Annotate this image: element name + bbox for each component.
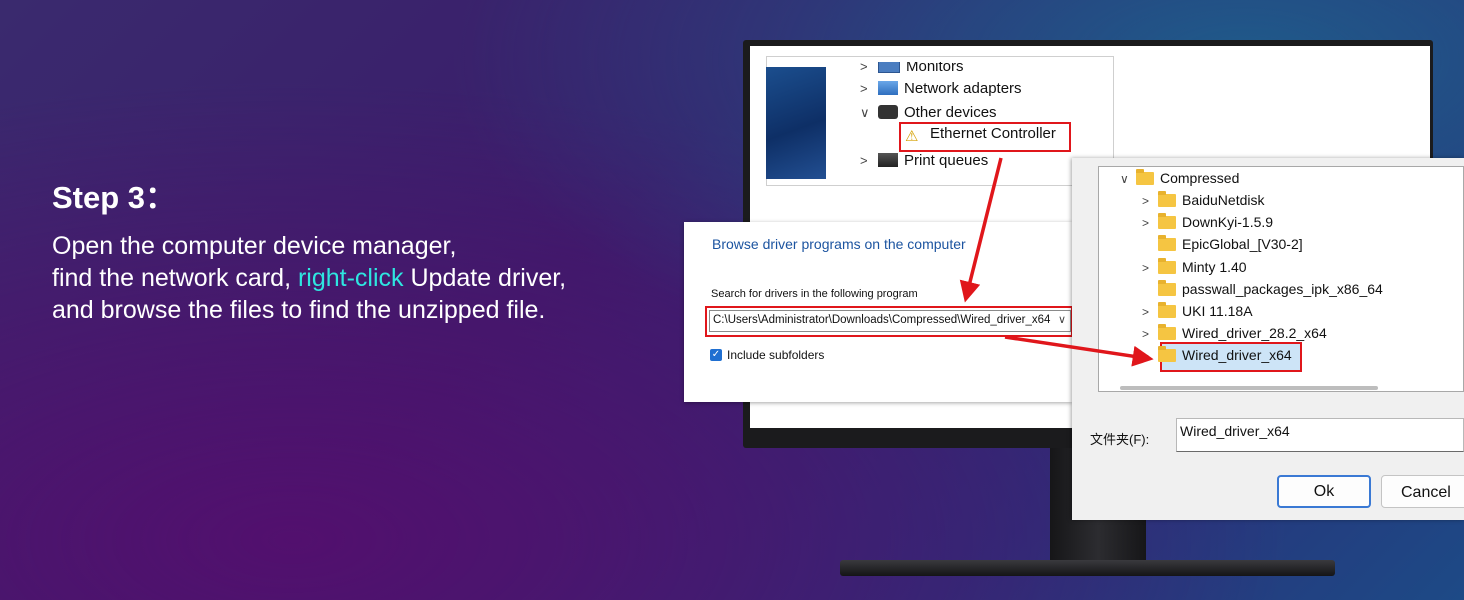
include-subfolders-checkbox[interactable]: ✓ [710,349,722,361]
folder-item-wired-driver-28[interactable]: > Wired_driver_28.2_x64 [1142,322,1327,344]
chevron-down-icon[interactable]: ∨ [1058,313,1066,326]
tree-item-network-adapters[interactable]: > Network adapters [860,78,1022,100]
driver-path-value[interactable]: C:\Users\Administrator\Downloads\Compres… [713,314,1055,326]
folder-label: DownKyi-1.5.9 [1182,214,1274,230]
collapse-chevron-icon[interactable]: ∨ [860,102,878,124]
expand-chevron-icon[interactable]: > [1142,190,1158,212]
tree-item-print-queues[interactable]: > Print queues [860,150,988,172]
folder-label: Wired_driver_28.2_x64 [1182,325,1327,341]
expand-chevron-icon[interactable]: > [1142,212,1158,234]
folder-item-epicglobal[interactable]: EpicGlobal_[V30-2] [1142,233,1303,255]
step-line-2-post: Update driver, [403,264,567,292]
expand-chevron-icon[interactable]: > [1142,301,1158,323]
step-title: Step 3： [52,180,177,215]
expand-chevron-icon[interactable]: > [1142,323,1158,345]
tree-item-other-devices[interactable]: ∨ Other devices [860,102,997,124]
folder-icon [1158,235,1176,251]
folder-label: BaiduNetdisk [1182,192,1265,208]
collapse-chevron-icon[interactable]: ∨ [1120,168,1136,190]
folder-item-uki[interactable]: > UKI 11.18A [1142,300,1253,322]
folder-label: UKI 11.18A [1182,303,1253,319]
folder-label: Minty 1.40 [1182,259,1247,275]
folder-icon [1158,280,1176,296]
folder-item-minty[interactable]: > Minty 1.40 [1142,256,1247,278]
folder-icon [1136,169,1154,185]
folder-item-wired-driver-x64[interactable]: > Wired_driver_x64 [1142,344,1292,366]
tree-item-label: Network adapters [904,80,1022,97]
warning-device-icon: ⚠ [905,128,919,145]
tree-item-label: Other devices [904,104,997,121]
step-line-2: find the network card, right-click Updat… [52,262,672,294]
folder-name-value[interactable]: Wired_driver_x64 [1180,423,1290,439]
other-devices-icon [878,105,898,119]
folder-icon [1158,191,1176,207]
step-line-2-pre: find the network card, [52,264,298,292]
folder-label: Wired_driver_x64 [1182,347,1292,363]
folder-label: EpicGlobal_[V30-2] [1182,236,1303,252]
include-subfolders-label[interactable]: Include subfolders [727,348,824,362]
browse-dialog-title: Browse driver programs on the computer [712,236,966,252]
folder-item-baidunetdisk[interactable]: > BaiduNetdisk [1142,189,1265,211]
folder-field-label: 文件夹(F): [1090,432,1150,447]
network-adapter-icon [878,81,898,95]
ok-button[interactable]: Ok [1277,475,1371,508]
monitor-stand-base [840,560,1335,576]
wallpaper-thumbnail [766,67,826,179]
expand-chevron-icon[interactable]: > [1142,345,1158,367]
folder-label: passwall_packages_ipk_x86_64 [1182,281,1383,297]
step-highlight: right-click [297,264,404,292]
horizontal-scrollbar[interactable] [1120,386,1378,390]
folder-icon [1158,346,1176,362]
printer-icon [878,153,898,167]
expand-chevron-icon[interactable]: > [860,78,878,100]
step-description: Open the computer device manager, find t… [52,230,672,326]
folder-icon [1158,213,1176,229]
search-location-label: Search for drivers in the following prog… [711,288,918,300]
ethernet-controller-label[interactable]: Ethernet Controller [930,125,1056,142]
folder-item-downkyi[interactable]: > DownKyi-1.5.9 [1142,211,1273,233]
folder-icon [1158,302,1176,318]
folder-item-compressed[interactable]: ∨ Compressed [1120,167,1239,189]
folder-icon [1158,258,1176,274]
folder-icon [1158,324,1176,340]
step-line-3: and browse the files to find the unzippe… [52,296,546,324]
tree-item-label: Print queues [904,152,989,169]
expand-chevron-icon[interactable]: > [860,150,878,172]
folder-label: Compressed [1160,170,1240,186]
expand-chevron-icon[interactable]: > [1142,257,1158,279]
step-line-1: Open the computer device manager, [52,232,457,260]
folder-item-passwall[interactable]: passwall_packages_ipk_x86_64 [1142,278,1383,300]
cancel-button[interactable]: Cancel [1381,475,1464,508]
